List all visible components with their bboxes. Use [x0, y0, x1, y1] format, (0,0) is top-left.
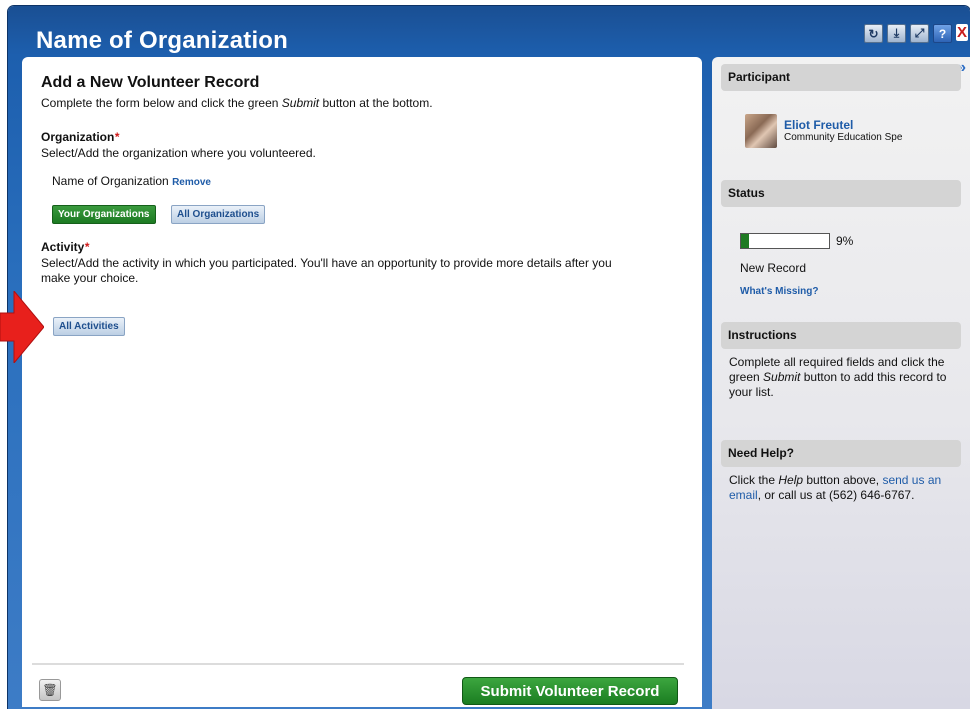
remove-link[interactable]: Remove [172, 177, 211, 188]
instructions-text: Complete all required fields and click t… [729, 355, 961, 400]
whats-missing-link[interactable]: What's Missing? [740, 286, 819, 297]
expand-icon[interactable]: ⤢ [910, 24, 929, 43]
all-organizations-button[interactable]: All Organizations [171, 205, 266, 224]
help-text-1: Click the [729, 473, 779, 487]
form-panel: Add a New Volunteer Record Complete the … [22, 57, 702, 707]
progress-percent: 9% [836, 234, 854, 248]
help-text: Click the Help button above, send us an … [729, 473, 961, 503]
instructions-heading: Instructions [721, 322, 961, 349]
submit-button[interactable]: Submit Volunteer Record [462, 677, 678, 705]
download-icon[interactable]: ⤓ [887, 24, 906, 43]
close-button[interactable]: X [956, 24, 968, 41]
help-text-3: , or call us at (562) 646-6767. [757, 488, 915, 502]
participant-role: Community Education Spe [784, 132, 903, 143]
activity-label-text: Activity [41, 240, 85, 254]
instructions-emphasis: Submit [763, 370, 801, 384]
selected-organization-name: Name of Organization [52, 174, 169, 188]
intro-emphasis: Submit [281, 96, 320, 110]
your-organizations-button[interactable]: Your Organizations [52, 205, 156, 224]
window-title: Name of Organization [36, 27, 289, 54]
participant-heading: Participant [721, 64, 961, 91]
avatar [745, 114, 777, 148]
footer-divider [32, 663, 684, 665]
activity-label: Activity* [41, 240, 89, 254]
help-heading: Need Help? [721, 440, 961, 467]
help-button[interactable]: ? [933, 24, 952, 43]
help-emphasis: Help [778, 473, 804, 487]
form-heading: Add a New Volunteer Record [41, 74, 260, 91]
help-text-2: button above, [803, 473, 883, 487]
required-mark: * [114, 130, 120, 144]
organization-label-text: Organization [41, 130, 115, 144]
required-mark: * [84, 240, 90, 254]
participant-name[interactable]: Eliot Freutel [784, 118, 853, 132]
organization-description: Select/Add the organization where you vo… [41, 146, 316, 160]
progress-bar [740, 233, 830, 249]
selected-organization: Name of Organization Remove [52, 174, 211, 190]
all-activities-button[interactable]: All Activities [53, 317, 125, 336]
activity-description: Select/Add the activity in which you par… [41, 256, 612, 285]
form-intro: Complete the form below and click the gr… [41, 96, 433, 111]
red-arrow-annotation [0, 291, 44, 363]
progress-fill [741, 234, 749, 248]
window-controls: ↻ ⤓ ⤢ ? X [864, 24, 968, 43]
organization-label: Organization* [41, 130, 119, 144]
record-state: New Record [740, 261, 807, 275]
refresh-icon[interactable]: ↻ [864, 24, 883, 43]
trash-icon[interactable]: 🗑 [39, 679, 61, 701]
status-heading: Status [721, 180, 961, 207]
intro-text: Complete the form below and click the gr… [41, 96, 282, 110]
sidebar: » Participant Eliot Freutel Community Ed… [712, 57, 970, 709]
intro-text-end: button at the bottom. [319, 96, 433, 110]
